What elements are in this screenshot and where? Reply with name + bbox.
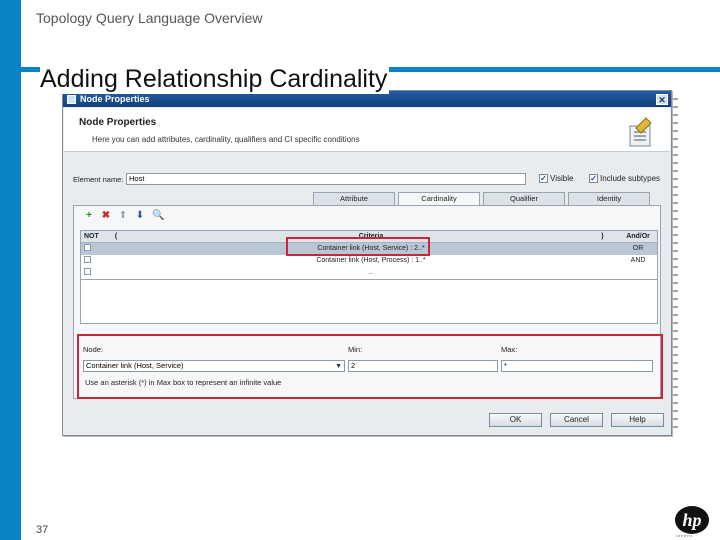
not-checkbox[interactable]	[84, 244, 91, 252]
delete-icon[interactable]: ✖	[101, 210, 111, 221]
move-up-icon[interactable]: ⬆	[118, 210, 128, 221]
slide: Topology Query Language Overview Node Pr…	[0, 0, 720, 540]
include-subtypes-checkbox[interactable]: ✓ Include subtypes	[589, 174, 660, 183]
slide-header: Topology Query Language Overview	[36, 10, 263, 26]
column-not[interactable]: NOT	[81, 231, 111, 242]
tab-identity[interactable]: Identity	[568, 192, 650, 205]
dialog-heading: Node Properties	[79, 117, 157, 128]
not-checkbox[interactable]	[84, 256, 91, 264]
window-icon	[67, 94, 76, 104]
and-or-cell: AND	[630, 257, 646, 264]
criteria-cell: Container link (Host, Process) : 1..*	[316, 257, 426, 264]
checkmark-icon: ✓	[589, 174, 598, 183]
move-down-icon[interactable]: ⬇	[135, 210, 145, 221]
ok-button[interactable]: OK	[489, 413, 542, 427]
dialog-header: Node Properties Here you can add attribu…	[64, 108, 670, 152]
close-button[interactable]: ✕	[656, 93, 668, 105]
visible-checkbox[interactable]: ✓ Visible	[539, 174, 573, 183]
accent-bar	[0, 0, 21, 540]
include-subtypes-label: Include subtypes	[600, 174, 661, 183]
table-row[interactable]: Container link (Host, Process) : 1..* AN…	[81, 255, 657, 267]
dialog-title: Node Properties	[80, 94, 150, 104]
search-icon[interactable]: 🔍	[152, 210, 164, 221]
cancel-button[interactable]: Cancel	[550, 413, 603, 427]
dialog-shadow	[672, 92, 678, 432]
help-button[interactable]: Help	[611, 413, 664, 427]
criteria-cell: ..	[369, 269, 373, 276]
dialog-subheading: Here you can add attributes, cardinality…	[92, 135, 360, 144]
logo-tagline: invent	[676, 533, 693, 538]
grid-toolbar: + ✖ ⬆ ⬇ 🔍	[84, 210, 164, 221]
property-tabs: Attribute Cardinality Qualifier Identity	[313, 192, 650, 206]
and-or-cell: OR	[632, 245, 644, 252]
tab-qualifier[interactable]: Qualifier	[483, 192, 565, 205]
table-row[interactable]: ..	[81, 267, 657, 279]
not-checkbox[interactable]	[84, 268, 91, 276]
node-properties-dialog: Node Properties ✕ Node Properties Here y…	[62, 90, 672, 436]
element-name-input[interactable]: Host	[126, 173, 526, 185]
tab-cardinality[interactable]: Cardinality	[398, 192, 480, 206]
column-open-paren[interactable]: (	[111, 231, 141, 242]
visible-label: Visible	[550, 174, 574, 183]
hp-logo: hp	[675, 506, 709, 534]
and-or-cell	[619, 267, 657, 279]
criteria-highlight	[286, 237, 430, 256]
column-and-or[interactable]: And/Or	[619, 231, 657, 242]
slide-title: Adding Relationship Cardinality	[40, 64, 390, 94]
properties-icon	[629, 117, 652, 147]
element-name-label: Element name:	[73, 175, 124, 184]
add-icon[interactable]: +	[84, 210, 94, 221]
table-empty-area	[80, 280, 658, 324]
cardinality-highlight	[77, 334, 663, 399]
column-close-paren[interactable]: )	[601, 231, 619, 242]
tab-attribute[interactable]: Attribute	[313, 192, 395, 205]
checkmark-icon: ✓	[539, 174, 548, 183]
page-number: 37	[36, 524, 49, 536]
